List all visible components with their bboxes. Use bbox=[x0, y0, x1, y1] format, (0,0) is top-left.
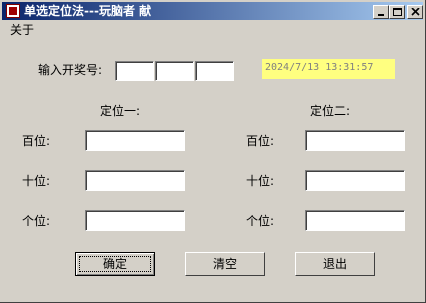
group1-ones-label: 个位: bbox=[22, 214, 51, 228]
confirm-button[interactable]: 确定 bbox=[75, 252, 155, 276]
window-title: 单选定位法---玩脑者 献 bbox=[24, 4, 152, 18]
group1-title: 定位一: bbox=[100, 104, 141, 118]
exit-label: 退出 bbox=[322, 257, 347, 271]
draw-digit-3-input[interactable] bbox=[195, 61, 234, 81]
clear-button[interactable]: 清空 bbox=[185, 252, 265, 276]
group1-tens-input[interactable] bbox=[85, 170, 185, 191]
minimize-button[interactable] bbox=[373, 5, 389, 19]
draw-digit-1-input[interactable] bbox=[115, 61, 154, 81]
menu-bar: 关于 bbox=[2, 20, 423, 40]
group2-hundreds-input[interactable] bbox=[305, 130, 405, 151]
exit-button[interactable]: 退出 bbox=[295, 252, 375, 276]
group2-title: 定位二: bbox=[310, 104, 351, 118]
group2-tens-label: 十位: bbox=[246, 174, 275, 188]
close-button[interactable] bbox=[407, 5, 423, 19]
app-icon[interactable] bbox=[6, 4, 20, 18]
group2-tens-input[interactable] bbox=[305, 170, 405, 191]
group1-ones-input[interactable] bbox=[85, 210, 185, 231]
maximize-icon bbox=[393, 8, 402, 16]
maximize-button[interactable] bbox=[389, 5, 405, 19]
menu-about[interactable]: 关于 bbox=[10, 23, 34, 37]
clear-label: 清空 bbox=[212, 257, 237, 271]
draw-digit-2-input[interactable] bbox=[155, 61, 194, 81]
close-icon bbox=[411, 8, 420, 16]
group1-hundreds-input[interactable] bbox=[85, 130, 185, 151]
group2-ones-input[interactable] bbox=[305, 210, 405, 231]
timestamp-display: 2024/7/13 13:31:57 bbox=[262, 59, 395, 79]
app-window: 单选定位法---玩脑者 献 关于 输入开奖号: 2024/7/13 13:31:… bbox=[0, 0, 426, 303]
input-label: 输入开奖号: bbox=[38, 63, 103, 77]
group1-hundreds-label: 百位: bbox=[22, 134, 51, 148]
group2-hundreds-label: 百位: bbox=[246, 134, 275, 148]
focus-rect bbox=[79, 256, 151, 272]
minimize-icon bbox=[378, 14, 384, 16]
group2-ones-label: 个位: bbox=[246, 214, 275, 228]
title-bar[interactable]: 单选定位法---玩脑者 献 bbox=[2, 2, 423, 20]
group1-tens-label: 十位: bbox=[22, 174, 51, 188]
